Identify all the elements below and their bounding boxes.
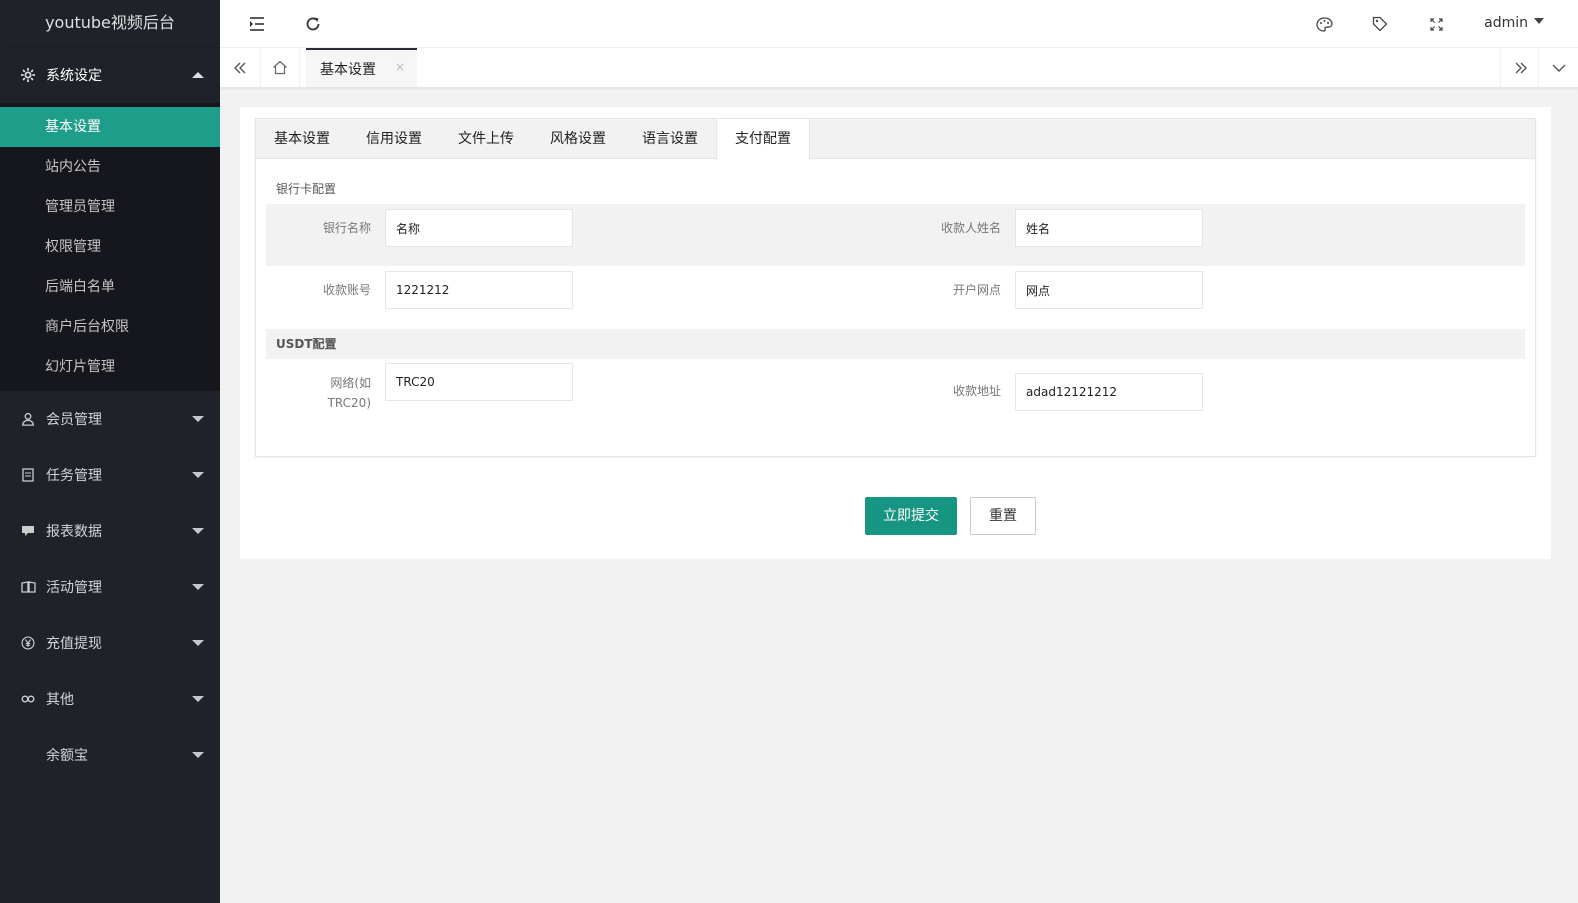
gear-icon [20,67,36,83]
nav-label: 任务管理 [46,468,102,484]
nav-group-balance: 余额宝 [0,727,220,783]
username: admin [1484,15,1528,31]
tab-basic[interactable]: 基本设置 [256,119,348,159]
nav-label: 其他 [46,692,74,708]
home-icon[interactable] [260,48,300,87]
nav-balance-treasure[interactable]: 余额宝 [0,727,220,783]
tab-file-upload[interactable]: 文件上传 [440,119,532,159]
chat-icon [20,523,36,539]
nav-label: 充值提现 [46,636,102,652]
chevron-down-icon [192,584,204,590]
nav-system-settings[interactable]: 系统设定 [0,47,220,103]
nav-group-tasks: 任务管理 [0,447,220,503]
app-logo[interactable]: youtube视频后台 [0,0,220,47]
chevron-down-icon [1534,18,1544,24]
bank-section-title: 银行卡配置 [276,182,337,196]
account-label: 收款账号 [322,283,371,297]
payee-name-label: 收款人姓名 [940,221,1001,235]
tab-language[interactable]: 语言设置 [624,119,716,159]
user-icon [20,411,36,427]
tab-credit[interactable]: 信用设置 [348,119,440,159]
usdt-section-title: USDT配置 [266,329,1525,359]
sidebar-item-whitelist[interactable]: 后端白名单 [0,267,220,307]
chevron-down-icon [192,752,204,758]
nav-label: 余额宝 [46,748,88,764]
sidebar-item-permissions[interactable]: 权限管理 [0,227,220,267]
settings-tabs: 基本设置 信用设置 文件上传 风格设置 语言设置 支付配置 银行卡配置 银行名称… [255,118,1536,457]
nav-task-management[interactable]: 任务管理 [0,447,220,503]
chevron-down-icon [192,696,204,702]
nav-group-activities: 活动管理 [0,559,220,615]
menu-toggle-icon[interactable] [237,0,277,48]
tab-payment[interactable]: 支付配置 [716,119,810,160]
chevron-down-icon [192,416,204,422]
nav-activity-management[interactable]: 活动管理 [0,559,220,615]
nav-children-system: 基本设置 站内公告 管理员管理 权限管理 后端白名单 商户后台权限 幻灯片管理 [0,103,220,391]
nav-group-other: 其他 [0,671,220,727]
document-icon [20,467,36,483]
nav-label: 活动管理 [46,580,102,596]
chevron-down-icon [192,528,204,534]
user-menu[interactable]: admin [1484,0,1544,48]
chevron-down-icon [192,472,204,478]
nav-label: 报表数据 [46,524,102,540]
yen-icon [20,635,36,651]
settings-tab-strip: 基本设置 信用设置 文件上传 风格设置 语言设置 支付配置 [256,119,1535,160]
theme-palette-icon[interactable] [1304,0,1344,48]
nav-group-members: 会员管理 [0,391,220,447]
nav-other[interactable]: 其他 [0,671,220,727]
tab-basic-settings[interactable]: 基本设置 × [306,48,417,87]
tag-icon[interactable] [1360,0,1400,48]
tabs-scroll-right-icon[interactable] [1500,48,1540,87]
fullscreen-icon[interactable] [1416,0,1456,48]
bank-name-field[interactable] [385,209,573,247]
branch-label: 开户网点 [952,283,1001,297]
form-row-account: 收款账号 开户网点 [266,266,1525,328]
nav-label: 会员管理 [46,412,102,428]
blank-icon [20,747,36,763]
settings-card: 基本设置 信用设置 文件上传 风格设置 语言设置 支付配置 银行卡配置 银行名称… [240,107,1551,559]
address-field[interactable] [1015,373,1203,411]
bank-name-label: 银行名称 [322,221,371,235]
network-field[interactable] [385,363,573,401]
close-icon[interactable]: × [395,60,405,74]
nav-group-system: 系统设定 基本设置 站内公告 管理员管理 权限管理 后端白名单 商户后台权限 幻… [0,47,220,391]
submit-button[interactable]: 立即提交 [865,497,957,535]
sidebar: youtube视频后台 系统设定 基本设置 站内公告 管理员管理 权限管理 后端… [0,0,220,903]
reset-button[interactable]: 重置 [970,497,1036,535]
nav-member-management[interactable]: 会员管理 [0,391,220,447]
nav-group-recharge: 充值提现 [0,615,220,671]
nav-label: 系统设定 [46,68,102,84]
address-label: 收款地址 [952,384,1001,398]
sidebar-item-admin-management[interactable]: 管理员管理 [0,187,220,227]
link-icon [20,691,36,707]
top-header: admin [220,0,1578,48]
form-row-bank: 银行名称 收款人姓名 [266,204,1525,266]
branch-field[interactable] [1015,271,1203,309]
tabs-dropdown-icon[interactable] [1538,48,1578,87]
refresh-icon[interactable] [293,0,333,48]
book-icon [20,579,36,595]
sidebar-item-slides[interactable]: 幻灯片管理 [0,347,220,387]
account-field[interactable] [385,271,573,309]
tab-label: 基本设置 [320,61,376,78]
tabs-scroll-left-icon[interactable] [220,48,260,87]
nav-group-reports: 报表数据 [0,503,220,559]
page-tab-bar: 基本设置 × [220,48,1578,88]
payee-name-field[interactable] [1015,209,1203,247]
sidebar-item-merchant-permissions[interactable]: 商户后台权限 [0,307,220,347]
network-label: 网络(如TRC20) [327,376,371,410]
chevron-down-icon [192,640,204,646]
chevron-up-icon [192,72,204,78]
nav-recharge-withdraw[interactable]: 充值提现 [0,615,220,671]
tab-style[interactable]: 风格设置 [532,119,624,159]
nav-report-data[interactable]: 报表数据 [0,503,220,559]
form-row-usdt: 网络(如TRC20) 收款地址 [266,359,1525,439]
sidebar-item-basic-settings[interactable]: 基本设置 [0,107,220,147]
sidebar-item-announcements[interactable]: 站内公告 [0,147,220,187]
